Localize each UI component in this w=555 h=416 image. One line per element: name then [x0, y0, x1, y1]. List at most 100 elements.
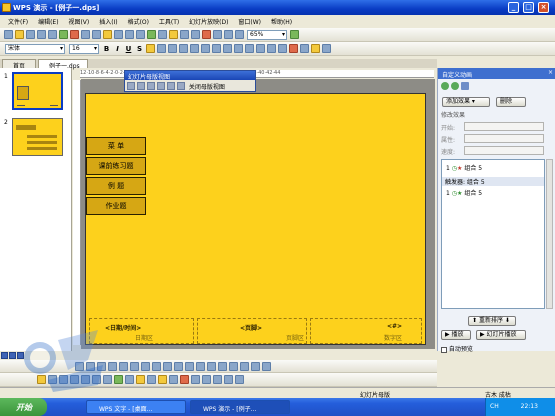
print-preview-icon[interactable] — [48, 30, 57, 39]
preserve-master-icon[interactable] — [157, 82, 165, 90]
animation-item-1[interactable]: 1 ◷★ 组合 5 — [446, 163, 482, 172]
master-layout-icon[interactable] — [177, 82, 185, 90]
highlight-icon[interactable] — [146, 44, 155, 53]
tab-document[interactable]: 例子一.dps — [38, 59, 88, 70]
taskbar-wps-presentation[interactable]: WPS 演示 - [例子... — [190, 400, 290, 414]
new-file-icon[interactable] — [4, 30, 13, 39]
delete-master-icon[interactable] — [147, 82, 155, 90]
grid-icon[interactable] — [191, 30, 200, 39]
table-icon[interactable] — [147, 30, 156, 39]
font-color-icon[interactable] — [289, 44, 298, 53]
cut-icon[interactable] — [70, 30, 79, 39]
maximize-button[interactable]: □ — [523, 2, 534, 13]
draw-tool-11-icon[interactable] — [185, 362, 194, 371]
forward-icon[interactable] — [450, 82, 459, 90]
tab-home[interactable]: 首页 — [2, 59, 36, 70]
justify-icon[interactable] — [190, 44, 199, 53]
picture-icon[interactable] — [169, 30, 178, 39]
autopreview-checkbox[interactable] — [441, 346, 447, 353]
zoom-select[interactable]: 65% — [247, 30, 287, 40]
char-spacing-icon[interactable] — [278, 44, 287, 53]
grayscale-icon[interactable] — [235, 30, 244, 39]
spellcheck-icon[interactable] — [59, 30, 68, 39]
footer-text-placeholder[interactable]: <页脚> 页脚区 — [197, 318, 307, 344]
menu-file[interactable]: 文件(F) — [4, 15, 32, 26]
menu-button-homework[interactable]: 作业题 — [86, 197, 146, 215]
insert-picture-icon[interactable] — [147, 375, 156, 384]
menu-view[interactable]: 视图(V) — [64, 15, 93, 26]
decrease-font-icon[interactable] — [267, 44, 276, 53]
slideshow-button[interactable]: ▶ 幻灯片播放 — [476, 330, 526, 340]
add-effect-button[interactable]: 添加效果 ▾ — [442, 97, 490, 107]
align-center-icon[interactable] — [168, 44, 177, 53]
draw-tool-13-icon[interactable] — [207, 362, 216, 371]
reorder-control[interactable]: ⬆ 重新排序 ⬇ — [468, 316, 516, 326]
draw-tool-16-icon[interactable] — [240, 362, 249, 371]
draw-tool-8-icon[interactable] — [152, 362, 161, 371]
bullets-icon[interactable] — [212, 44, 221, 53]
menu-insert[interactable]: 插入(I) — [95, 15, 121, 26]
hyperlink-icon[interactable] — [136, 30, 145, 39]
draw-tool-4-icon[interactable] — [108, 362, 117, 371]
draw-tool-5-icon[interactable] — [119, 362, 128, 371]
footer-number-placeholder[interactable]: <#> 数字区 — [310, 318, 422, 344]
shadow-style-icon[interactable] — [224, 375, 233, 384]
numbering-icon[interactable] — [201, 44, 210, 53]
menu-button-main[interactable]: 菜 单 — [86, 137, 146, 155]
slide-master[interactable]: 菜 单 课前练习题 例 题 作业题 — [85, 93, 426, 345]
redo-icon[interactable] — [125, 30, 134, 39]
line-spacing-icon[interactable] — [223, 44, 232, 53]
align-left-icon[interactable] — [157, 44, 166, 53]
taskbar-wps-writer[interactable]: WPS 文字 - [桌面... — [86, 400, 186, 414]
show-format-icon[interactable] — [224, 30, 233, 39]
close-button[interactable]: × — [538, 2, 549, 13]
diagram-icon[interactable] — [125, 375, 134, 384]
draw-tool-15-icon[interactable] — [229, 362, 238, 371]
text-color-icon[interactable] — [180, 375, 189, 384]
trigger-header[interactable]: 触发器: 组合 5 — [442, 177, 544, 186]
draw-tool-6-icon[interactable] — [130, 362, 139, 371]
copy-icon[interactable] — [81, 30, 90, 39]
shadow-button[interactable]: S — [135, 44, 144, 54]
fill-color-icon[interactable] — [158, 375, 167, 384]
animation-icon[interactable] — [322, 44, 331, 53]
input-language[interactable]: CH — [490, 403, 499, 410]
undo-icon[interactable] — [114, 30, 123, 39]
close-master-view-button[interactable]: 关闭母版视图 — [189, 84, 225, 91]
draw-tool-18-icon[interactable] — [262, 362, 271, 371]
animation-item-2[interactable]: 1 ◷★ 组合 5 — [446, 188, 482, 197]
design-icon[interactable] — [300, 44, 309, 53]
slide-sorter-icon[interactable] — [9, 352, 16, 359]
italic-button[interactable]: I — [113, 44, 122, 54]
draw-tool-14-icon[interactable] — [218, 362, 227, 371]
insert-master-icon[interactable] — [127, 82, 135, 90]
home-icon[interactable] — [460, 82, 469, 90]
clipart-icon[interactable] — [136, 375, 145, 384]
autopreview-row[interactable]: 自动预览 — [441, 344, 473, 353]
font-select[interactable]: 宋体 — [5, 44, 65, 54]
menu-window[interactable]: 窗口(W) — [234, 15, 265, 26]
save-icon[interactable] — [26, 30, 35, 39]
decrease-indent-icon[interactable] — [245, 44, 254, 53]
expand-icon[interactable] — [213, 30, 222, 39]
underline-button[interactable]: U — [124, 44, 133, 54]
rename-master-icon[interactable] — [167, 82, 175, 90]
menu-tools[interactable]: 工具(T) — [155, 15, 183, 26]
speed-select[interactable] — [464, 146, 544, 155]
line-color-icon[interactable] — [169, 375, 178, 384]
remove-effect-button[interactable]: 删除 — [496, 97, 526, 107]
increase-indent-icon[interactable] — [234, 44, 243, 53]
menu-format[interactable]: 格式(O) — [124, 15, 153, 26]
dash-style-icon[interactable] — [202, 375, 211, 384]
menu-button-example[interactable]: 例 题 — [86, 177, 146, 195]
color-icon[interactable] — [202, 30, 211, 39]
paste-icon[interactable] — [92, 30, 101, 39]
open-folder-icon[interactable] — [15, 30, 24, 39]
draw-tool-7-icon[interactable] — [141, 362, 150, 371]
normal-view-icon[interactable] — [1, 352, 8, 359]
insert-title-master-icon[interactable] — [137, 82, 145, 90]
line-style-icon[interactable] — [191, 375, 200, 384]
menu-help[interactable]: 帮助(H) — [267, 15, 296, 26]
draw-tool-9-icon[interactable] — [163, 362, 172, 371]
slide-thumbnail-1[interactable] — [12, 72, 63, 110]
